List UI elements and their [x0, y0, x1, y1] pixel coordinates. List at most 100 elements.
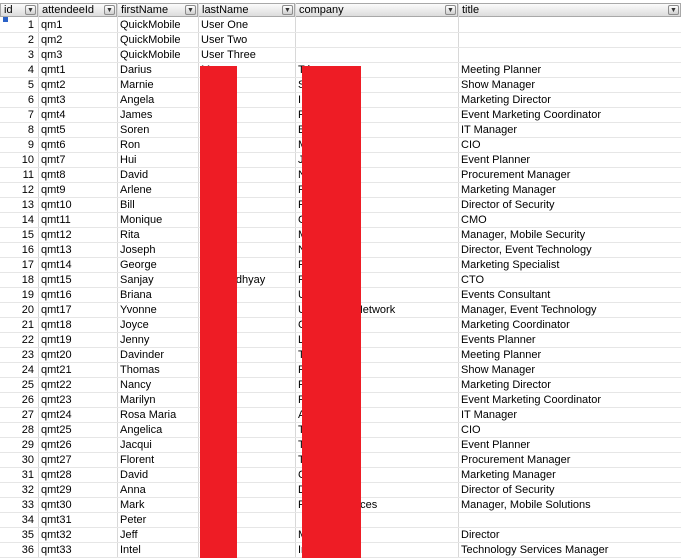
- cell-attendeeId[interactable]: qmt14: [38, 258, 117, 273]
- dropdown-arrow-icon[interactable]: ▼: [282, 5, 293, 15]
- cell-title[interactable]: Show Manager: [458, 363, 681, 378]
- cell-attendeeId[interactable]: qmt25: [38, 423, 117, 438]
- cell-title[interactable]: Events Consultant: [458, 288, 681, 303]
- cell-attendeeId[interactable]: qmt22: [38, 378, 117, 393]
- cell-id[interactable]: 25: [0, 378, 38, 393]
- cell-attendeeId[interactable]: qmt10: [38, 198, 117, 213]
- cell-title[interactable]: Technology Services Manager: [458, 543, 681, 558]
- cell-company[interactable]: [295, 18, 458, 33]
- selection-handle[interactable]: [3, 17, 8, 22]
- cell-title[interactable]: Procurement Manager: [458, 453, 681, 468]
- cell-lastName[interactable]: User One: [198, 18, 295, 33]
- cell-firstName[interactable]: David: [117, 468, 198, 483]
- cell-title[interactable]: CIO: [458, 423, 681, 438]
- cell-title[interactable]: [458, 48, 681, 63]
- cell-title[interactable]: Director: [458, 528, 681, 543]
- cell-firstName[interactable]: Soren: [117, 123, 198, 138]
- cell-firstName[interactable]: Marilyn: [117, 393, 198, 408]
- cell-attendeeId[interactable]: qmt26: [38, 438, 117, 453]
- cell-id[interactable]: 31: [0, 468, 38, 483]
- cell-id[interactable]: 16: [0, 243, 38, 258]
- cell-title[interactable]: Event Marketing Coordinator: [458, 108, 681, 123]
- cell-id[interactable]: 4: [0, 63, 38, 78]
- cell-id[interactable]: 3: [0, 48, 38, 63]
- cell-company[interactable]: [295, 48, 458, 63]
- cell-id[interactable]: 36: [0, 543, 38, 558]
- cell-title[interactable]: IT Manager: [458, 123, 681, 138]
- cell-firstName[interactable]: Yvonne: [117, 303, 198, 318]
- cell-firstName[interactable]: Jacqui: [117, 438, 198, 453]
- cell-attendeeId[interactable]: qmt5: [38, 123, 117, 138]
- cell-lastName[interactable]: User Two: [198, 33, 295, 48]
- cell-id[interactable]: 34: [0, 513, 38, 528]
- cell-firstName[interactable]: Florent: [117, 453, 198, 468]
- cell-firstName[interactable]: Bill: [117, 198, 198, 213]
- cell-firstName[interactable]: James: [117, 108, 198, 123]
- cell-attendeeId[interactable]: qmt3: [38, 93, 117, 108]
- cell-attendeeId[interactable]: qmt21: [38, 363, 117, 378]
- cell-attendeeId[interactable]: qmt19: [38, 333, 117, 348]
- cell-firstName[interactable]: Peter: [117, 513, 198, 528]
- cell-title[interactable]: Events Planner: [458, 333, 681, 348]
- cell-attendeeId[interactable]: qmt15: [38, 273, 117, 288]
- cell-firstName[interactable]: Davinder: [117, 348, 198, 363]
- cell-attendeeId[interactable]: qmt2: [38, 78, 117, 93]
- cell-attendeeId[interactable]: qmt8: [38, 168, 117, 183]
- cell-id[interactable]: 7: [0, 108, 38, 123]
- cell-firstName[interactable]: Intel: [117, 543, 198, 558]
- cell-attendeeId[interactable]: qmt33: [38, 543, 117, 558]
- cell-firstName[interactable]: Angela: [117, 93, 198, 108]
- cell-attendeeId[interactable]: qmt30: [38, 498, 117, 513]
- cell-title[interactable]: CIO: [458, 138, 681, 153]
- cell-firstName[interactable]: Nancy: [117, 378, 198, 393]
- dropdown-arrow-icon[interactable]: ▼: [104, 5, 115, 15]
- cell-attendeeId[interactable]: qmt1: [38, 63, 117, 78]
- column-header-attendeeId[interactable]: attendeeId ▼: [38, 3, 117, 17]
- cell-attendeeId[interactable]: qmt23: [38, 393, 117, 408]
- cell-title[interactable]: Event Planner: [458, 153, 681, 168]
- cell-title[interactable]: Marketing Manager: [458, 183, 681, 198]
- cell-attendeeId[interactable]: qmt7: [38, 153, 117, 168]
- cell-firstName[interactable]: Joyce: [117, 318, 198, 333]
- cell-firstName[interactable]: Marnie: [117, 78, 198, 93]
- cell-firstName[interactable]: Angelica: [117, 423, 198, 438]
- cell-id[interactable]: 29: [0, 438, 38, 453]
- cell-id[interactable]: 30: [0, 453, 38, 468]
- cell-title[interactable]: [458, 513, 681, 528]
- dropdown-arrow-icon[interactable]: ▼: [668, 5, 679, 15]
- column-header-firstName[interactable]: firstName ▼: [117, 3, 198, 17]
- cell-firstName[interactable]: Ron: [117, 138, 198, 153]
- cell-title[interactable]: Marketing Director: [458, 93, 681, 108]
- cell-id[interactable]: 21: [0, 318, 38, 333]
- cell-id[interactable]: 10: [0, 153, 38, 168]
- cell-firstName[interactable]: David: [117, 168, 198, 183]
- cell-title[interactable]: Director of Security: [458, 483, 681, 498]
- cell-attendeeId[interactable]: qmt18: [38, 318, 117, 333]
- cell-id[interactable]: 11: [0, 168, 38, 183]
- cell-title[interactable]: Marketing Manager: [458, 468, 681, 483]
- cell-firstName[interactable]: Hui: [117, 153, 198, 168]
- cell-attendeeId[interactable]: qmt20: [38, 348, 117, 363]
- cell-firstName[interactable]: Sanjay: [117, 273, 198, 288]
- dropdown-arrow-icon[interactable]: ▼: [185, 5, 196, 15]
- cell-attendeeId[interactable]: qmt28: [38, 468, 117, 483]
- cell-id[interactable]: 32: [0, 483, 38, 498]
- cell-attendeeId[interactable]: qmt17: [38, 303, 117, 318]
- cell-id[interactable]: 22: [0, 333, 38, 348]
- cell-attendeeId[interactable]: qmt29: [38, 483, 117, 498]
- cell-id[interactable]: 13: [0, 198, 38, 213]
- cell-attendeeId[interactable]: qmt16: [38, 288, 117, 303]
- cell-firstName[interactable]: Darius: [117, 63, 198, 78]
- cell-title[interactable]: Procurement Manager: [458, 168, 681, 183]
- cell-firstName[interactable]: QuickMobile: [117, 33, 198, 48]
- cell-attendeeId[interactable]: qmt12: [38, 228, 117, 243]
- cell-id[interactable]: 8: [0, 123, 38, 138]
- cell-id[interactable]: 27: [0, 408, 38, 423]
- cell-id[interactable]: 28: [0, 423, 38, 438]
- cell-firstName[interactable]: Rita: [117, 228, 198, 243]
- cell-id[interactable]: 2: [0, 33, 38, 48]
- cell-attendeeId[interactable]: qmt24: [38, 408, 117, 423]
- cell-id[interactable]: 23: [0, 348, 38, 363]
- cell-id[interactable]: 5: [0, 78, 38, 93]
- cell-firstName[interactable]: Rosa Maria: [117, 408, 198, 423]
